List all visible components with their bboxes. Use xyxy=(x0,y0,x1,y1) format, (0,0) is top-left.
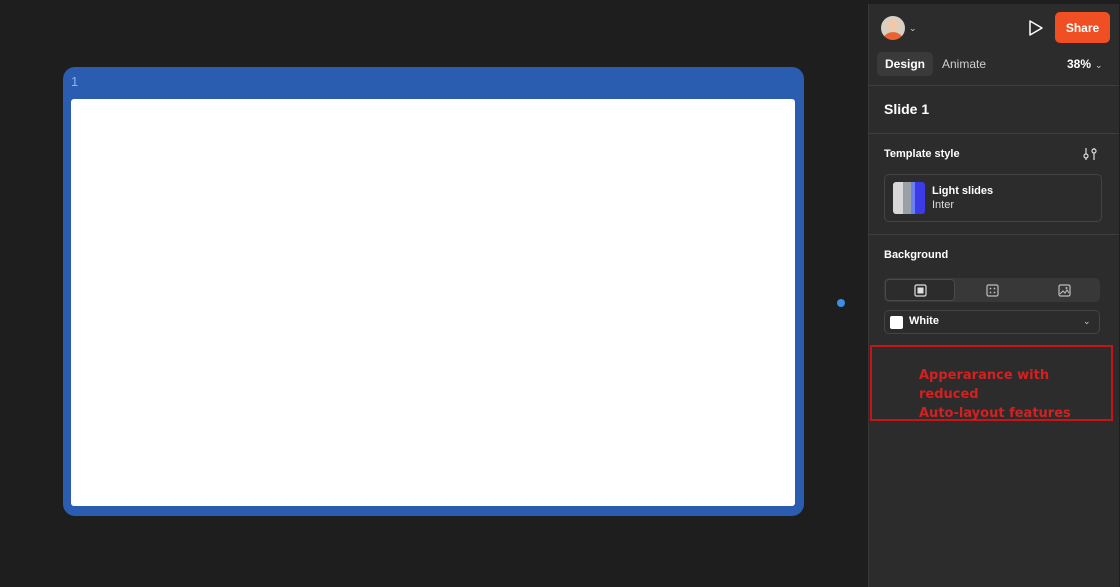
slide-frame-selected[interactable]: 1 xyxy=(63,67,804,516)
zoom-control[interactable]: 38% ⌄ xyxy=(1067,52,1103,76)
background-color-dropdown[interactable]: White ⌄ xyxy=(884,310,1100,334)
user-avatar[interactable] xyxy=(881,16,905,40)
solid-fill-option[interactable] xyxy=(885,279,955,301)
slide-title: Slide 1 xyxy=(884,101,930,117)
add-slide-handle[interactable] xyxy=(837,299,845,307)
adjust-settings-icon[interactable] xyxy=(1082,147,1098,161)
image-icon xyxy=(1057,283,1071,297)
annotation-text: Apperarance with reduced Auto-layout fea… xyxy=(919,366,1111,423)
template-style-card[interactable]: Light slides Inter xyxy=(884,174,1102,222)
background-color-value: White xyxy=(909,315,939,327)
template-thumbnail xyxy=(893,182,925,214)
play-icon[interactable] xyxy=(1025,18,1045,38)
tab-animate[interactable]: Animate xyxy=(934,52,994,76)
zoom-level: 38% xyxy=(1067,57,1092,71)
template-name: Light slides xyxy=(932,185,994,197)
annotation-line-2: Auto-layout features xyxy=(919,406,1071,421)
divider xyxy=(869,133,1119,134)
background-type-selector xyxy=(884,278,1100,302)
gradient-icon xyxy=(985,283,999,297)
template-font: Inter xyxy=(932,199,955,211)
image-fill-option[interactable] xyxy=(1029,279,1099,301)
solid-fill-icon xyxy=(913,283,927,297)
panel-tabs: Design Animate 38% ⌄ xyxy=(869,52,1119,78)
slide-number: 1 xyxy=(71,74,79,89)
tab-design[interactable]: Design xyxy=(877,52,934,76)
properties-panel: ⌄ Share Design Animate 38% ⌄ Slide 1 Temp… xyxy=(868,4,1119,587)
template-style-heading: Template style xyxy=(884,148,960,160)
gradient-fill-option[interactable] xyxy=(957,279,1027,301)
chevron-down-icon: ⌄ xyxy=(1083,316,1091,326)
chevron-down-icon[interactable]: ⌄ xyxy=(909,23,917,33)
background-heading: Background xyxy=(884,249,949,261)
annotation-line-1: Apperarance with reduced xyxy=(919,368,1050,402)
chevron-down-icon: ⌄ xyxy=(1095,60,1103,70)
annotation-box: Apperarance with reduced Auto-layout fea… xyxy=(870,345,1113,421)
slide-1[interactable] xyxy=(71,99,795,506)
color-swatch xyxy=(890,316,903,329)
share-button[interactable]: Share xyxy=(1055,12,1110,43)
divider xyxy=(869,85,1119,86)
divider xyxy=(869,234,1119,235)
canvas[interactable]: 1 xyxy=(0,0,868,587)
panel-toolbar: ⌄ Share xyxy=(869,4,1119,48)
